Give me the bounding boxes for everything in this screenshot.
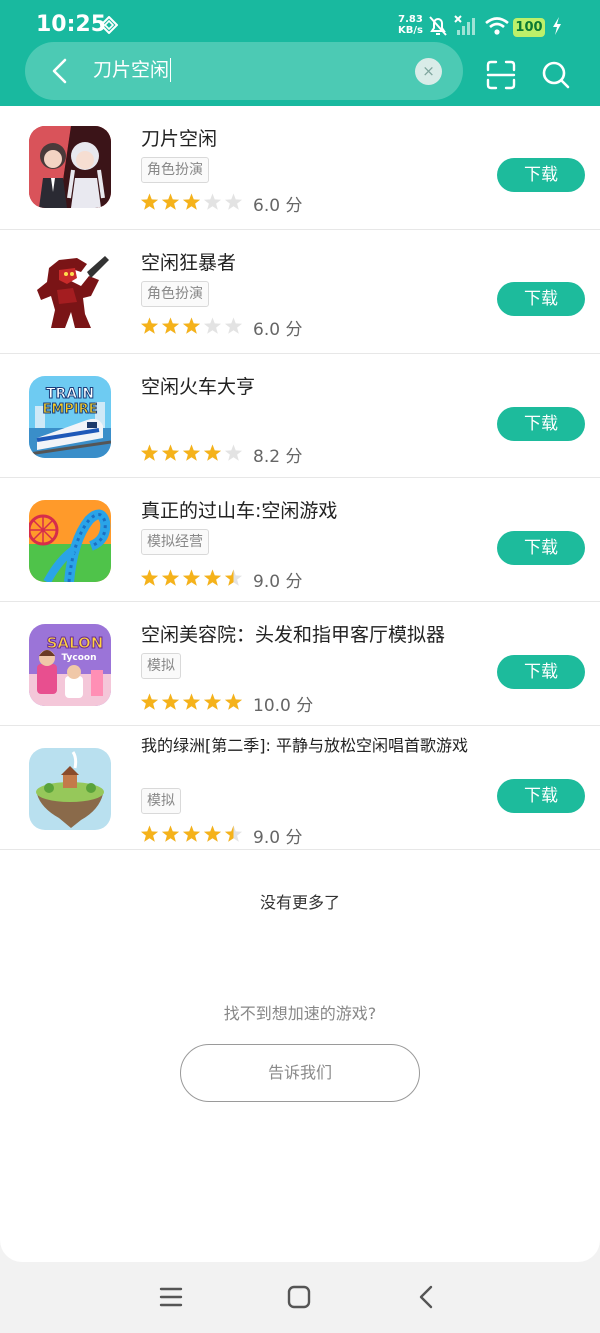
download-button[interactable]: 下载: [497, 282, 585, 316]
download-button[interactable]: 下载: [497, 158, 585, 192]
salon-tycoon-icon: SALON Tycoon: [29, 624, 111, 706]
star-filled-icon: [161, 825, 180, 842]
star-filled-icon: [182, 444, 201, 461]
net-speed-unit: KB/s: [398, 25, 423, 36]
svg-text:EMPIRE: EMPIRE: [42, 402, 97, 417]
home-icon[interactable]: [286, 1284, 312, 1310]
app-header: 10:25 7.83 KB/s 100 刀片空闲 ×: [0, 0, 600, 106]
game-title[interactable]: 空闲狂暴者: [141, 248, 236, 275]
wifi-icon: [485, 17, 509, 35]
game-score: 6.0 分: [253, 196, 303, 216]
no-signal-icon: [454, 15, 475, 35]
star-filled-icon: [182, 825, 201, 842]
anime-characters-icon: [29, 126, 111, 208]
download-button[interactable]: 下载: [497, 655, 585, 689]
menu-icon[interactable]: [158, 1284, 184, 1310]
list-item[interactable]: 真正的过山车:空闲游戏 模拟经营 9.0 分 下载: [0, 478, 600, 602]
game-score: 10.0 分: [253, 696, 314, 716]
back-arrow-icon[interactable]: [45, 56, 75, 86]
status-time: 10:25: [36, 12, 107, 37]
star-rating: [141, 693, 243, 710]
star-filled-icon: [182, 569, 201, 586]
svg-text:Tycoon: Tycoon: [61, 653, 96, 663]
net-speed-value: 7.83: [398, 14, 423, 25]
star-filled-icon: [161, 444, 180, 461]
star-filled-icon: [182, 317, 201, 334]
list-item[interactable]: 刀片空闲 角色扮演 6.0 分 下载: [0, 106, 600, 230]
floating-island-icon: [29, 748, 111, 830]
svg-text:SALON: SALON: [47, 634, 104, 652]
star-filled-icon: [141, 193, 159, 210]
no-more-results: 没有更多了: [259, 893, 340, 912]
star-filled-icon: [182, 193, 201, 210]
scan-icon[interactable]: [486, 60, 516, 90]
star-rating: [141, 825, 243, 842]
tell-us-button[interactable]: 告诉我们: [180, 1044, 420, 1102]
train-empire-icon: TRAIN EMPIRE: [29, 376, 111, 458]
download-button[interactable]: 下载: [497, 779, 585, 813]
star-icon: [203, 317, 222, 334]
cant-find-hint: 找不到想加速的游戏?: [223, 1004, 377, 1023]
star-filled-icon: [203, 825, 222, 842]
game-score: 9.0 分: [253, 828, 303, 848]
star-filled-icon: [141, 693, 159, 710]
game-tag: 角色扮演: [141, 281, 209, 307]
star-icon: [224, 193, 243, 210]
game-title[interactable]: 刀片空闲: [141, 124, 217, 151]
search-input[interactable]: 刀片空闲: [93, 58, 172, 82]
star-filled-icon: [161, 317, 180, 334]
star-filled-icon: [224, 693, 243, 710]
star-icon: [224, 444, 243, 461]
star-filled-icon: [161, 193, 180, 210]
game-title[interactable]: 我的绿洲[第二季]: 平静与放松空闲唱首歌游戏: [141, 734, 491, 757]
clear-search-button[interactable]: ×: [415, 58, 442, 85]
star-filled-icon: [203, 569, 222, 586]
status-bar: 10:25 7.83 KB/s 100: [0, 0, 600, 44]
roller-coaster-icon: [29, 500, 111, 582]
star-filled-icon: [141, 317, 159, 334]
game-title[interactable]: 空闲火车大亨: [141, 372, 255, 399]
game-score: 6.0 分: [253, 320, 303, 340]
game-title[interactable]: 空闲美容院：头发和指甲客厅模拟器: [141, 620, 445, 647]
game-tag: 角色扮演: [141, 157, 209, 183]
net-speed: 7.83 KB/s: [398, 14, 423, 36]
star-filled-icon: [203, 444, 222, 461]
game-tag: 模拟经营: [141, 529, 209, 555]
download-button[interactable]: 下载: [497, 531, 585, 565]
back-icon[interactable]: [414, 1284, 440, 1310]
star-filled-icon: [182, 693, 201, 710]
game-tag: 模拟: [141, 653, 181, 679]
search-icon[interactable]: [541, 59, 571, 91]
mute-bell-icon: [429, 16, 447, 36]
star-filled-icon: [141, 444, 159, 461]
star-filled-icon: [141, 825, 159, 842]
list-item[interactable]: SALON Tycoon 空闲美容院：头发和指甲客厅模拟器 模拟 10.0 分 …: [0, 602, 600, 726]
battery-level: 100: [513, 18, 545, 37]
svg-text:TRAIN: TRAIN: [46, 386, 94, 402]
star-filled-icon: [161, 693, 180, 710]
list-item[interactable]: 空闲狂暴者 角色扮演 6.0 分 下载: [0, 230, 600, 354]
star-filled-icon: [203, 693, 222, 710]
list-item[interactable]: 我的绿洲[第二季]: 平静与放松空闲唱首歌游戏 模拟 9.0 分 下载: [0, 726, 600, 850]
game-score: 9.0 分: [253, 572, 303, 592]
vpn-diamond-icon: [100, 16, 118, 34]
list-item[interactable]: TRAIN EMPIRE 空闲火车大亨 8.2 分 下载: [0, 354, 600, 478]
star-rating: [141, 444, 243, 461]
star-icon: [224, 317, 243, 334]
game-title[interactable]: 真正的过山车:空闲游戏: [141, 496, 337, 523]
charging-bolt-icon: [553, 17, 561, 35]
star-rating: [141, 193, 243, 210]
star-icon: [203, 193, 222, 210]
game-score: 8.2 分: [253, 447, 303, 467]
red-berserker-icon: [29, 250, 111, 332]
search-results: 刀片空闲 角色扮演 6.0 分 下载 空闲狂暴者 角色扮演 6.0 分 下载 T…: [0, 106, 600, 1262]
star-filled-icon: [161, 569, 180, 586]
star-filled-icon: [141, 569, 159, 586]
download-button[interactable]: 下载: [497, 407, 585, 441]
star-rating: [141, 569, 243, 586]
star-rating: [141, 317, 243, 334]
system-nav-bar: [0, 1262, 600, 1333]
game-tag: 模拟: [141, 788, 181, 814]
search-bar[interactable]: 刀片空闲 ×: [25, 42, 463, 100]
